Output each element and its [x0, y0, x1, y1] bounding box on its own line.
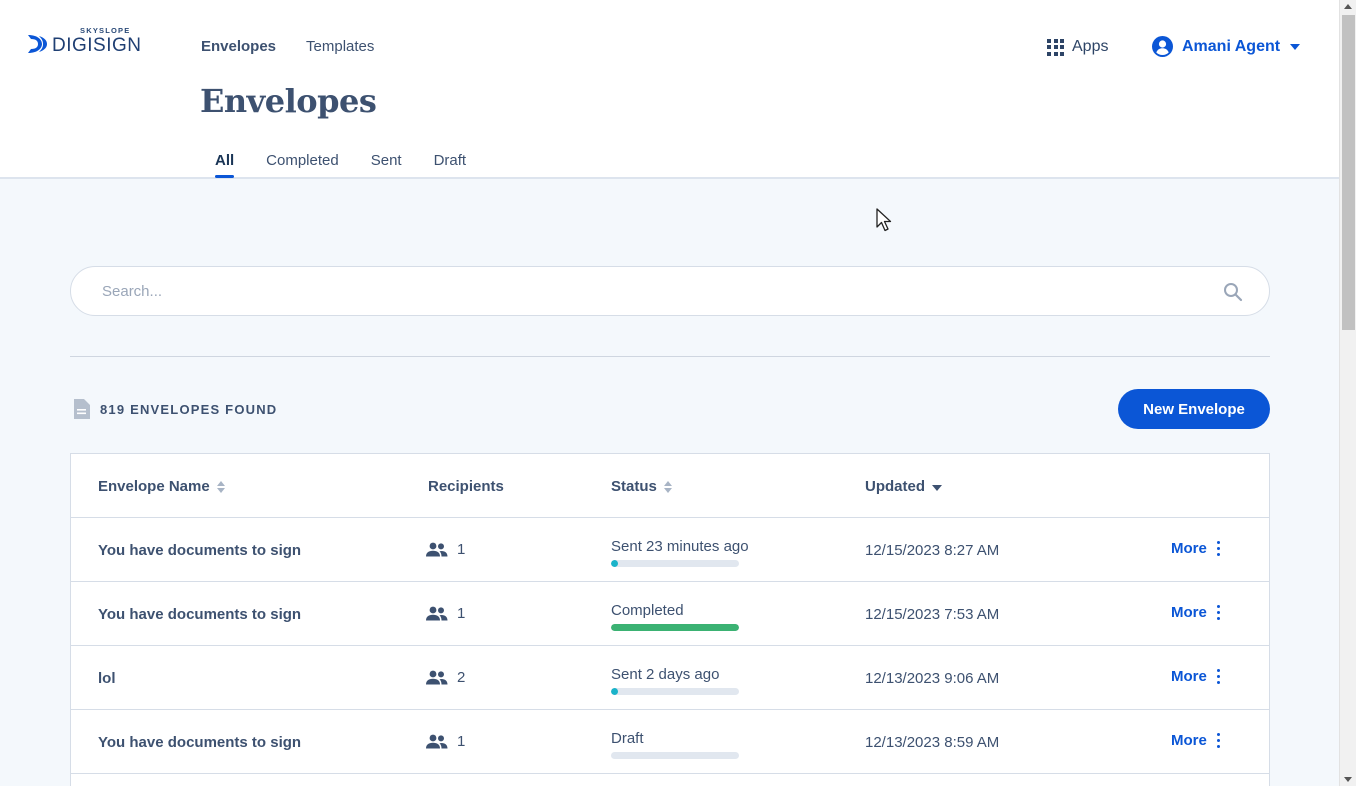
search-icon[interactable]	[1223, 282, 1243, 302]
table-row[interactable]: You have documents to sign 1 Draft 12/13/20…	[71, 710, 1269, 774]
sort-icon	[663, 480, 672, 493]
digisign-logo[interactable]: SKYSLOPE DIGISIGN	[26, 27, 142, 55]
chevron-down-icon	[1290, 43, 1301, 50]
tab-all[interactable]: All	[215, 152, 235, 178]
envelope-name[interactable]: You have documents to sign	[98, 734, 301, 751]
updated-date: 12/15/2023 7:53 AM	[865, 606, 1000, 623]
table-row[interactable]: You have documents to sign 1 Sent 23 minut…	[71, 518, 1269, 582]
logo-small-text: SKYSLOPE	[80, 26, 131, 35]
status-progress-fill	[611, 624, 739, 631]
envelopes-count: 819 ENVELOPES FOUND	[73, 399, 277, 419]
envelope-name[interactable]: You have documents to sign	[98, 542, 301, 559]
envelopes-count-label: 819 ENVELOPES FOUND	[100, 401, 278, 417]
status-cell: Sent 23 minutes ago	[611, 538, 749, 567]
envelope-tabs: All Completed Sent Draft	[215, 152, 498, 178]
envelope-name[interactable]: lol	[98, 670, 116, 687]
recipients-count: 2	[457, 669, 466, 686]
column-status-label: Status	[611, 478, 657, 495]
tab-draft[interactable]: Draft	[434, 152, 467, 177]
kebab-menu-icon	[1216, 540, 1221, 557]
status-text: Sent 23 minutes ago	[611, 538, 749, 555]
search-bar	[70, 266, 1270, 316]
status-progress-bar	[611, 624, 739, 631]
envelopes-table: Envelope Name Recipients Status Updated …	[70, 453, 1270, 786]
status-progress-bar	[611, 752, 739, 759]
status-cell: Sent 2 days ago	[611, 666, 739, 695]
kebab-menu-icon	[1216, 668, 1221, 685]
nav-templates[interactable]: Templates	[306, 38, 374, 55]
logo-mark-icon	[28, 34, 47, 53]
recipients-cell: 1	[425, 541, 465, 558]
recipients-count: 1	[457, 541, 466, 558]
status-text: Sent 2 days ago	[611, 666, 720, 683]
table-row[interactable]: You have documents to sign 1 Completed 12/1…	[71, 582, 1269, 646]
document-icon	[74, 399, 90, 419]
status-cell: Completed	[611, 602, 739, 631]
updated-date: 12/15/2023 8:27 AM	[865, 542, 1000, 559]
table-row[interactable]: lol 2 Sent 2 days ago 12/13/2023 9:06 AM Mor…	[71, 646, 1269, 710]
more-label: More	[1171, 732, 1207, 749]
column-recipients-label: Recipients	[428, 478, 504, 495]
section-divider	[70, 356, 1270, 357]
envelope-name[interactable]: You have documents to sign	[98, 606, 301, 623]
people-icon	[426, 606, 448, 621]
scroll-up-icon[interactable]	[1344, 4, 1352, 9]
tab-completed[interactable]: Completed	[266, 152, 339, 177]
more-label: More	[1171, 604, 1207, 621]
kebab-menu-icon	[1216, 604, 1221, 621]
more-button[interactable]: More	[1171, 540, 1221, 557]
status-cell: Draft	[611, 730, 739, 759]
column-envelope-name-label: Envelope Name	[98, 478, 210, 495]
more-button[interactable]: More	[1171, 668, 1221, 685]
mouse-cursor-icon	[876, 208, 892, 232]
app-header: SKYSLOPE DIGISIGN Envelopes Templates Ap…	[0, 0, 1339, 179]
people-icon	[426, 734, 448, 749]
status-progress-bar	[611, 560, 739, 567]
top-nav: Envelopes Templates	[201, 38, 374, 55]
apps-grid-icon	[1047, 38, 1064, 56]
scroll-thumb[interactable]	[1342, 15, 1355, 330]
recipients-cell: 2	[425, 669, 465, 686]
column-status[interactable]: Status	[611, 478, 672, 495]
more-label: More	[1171, 668, 1207, 685]
column-recipients: Recipients	[428, 478, 504, 495]
status-progress-bar	[611, 688, 739, 695]
new-envelope-button[interactable]: New Envelope	[1118, 389, 1270, 429]
sort-icon	[216, 480, 225, 493]
status-progress-fill	[611, 688, 618, 695]
search-input[interactable]	[102, 267, 1202, 315]
scroll-down-icon[interactable]	[1344, 777, 1352, 782]
more-label: More	[1171, 540, 1207, 557]
user-menu-button[interactable]: Amani Agent	[1152, 36, 1301, 57]
more-button[interactable]: More	[1171, 604, 1221, 621]
status-text: Draft	[611, 730, 644, 747]
page-scrollbar[interactable]	[1339, 0, 1356, 786]
recipients-count: 1	[457, 733, 466, 750]
column-envelope-name[interactable]: Envelope Name	[98, 478, 225, 495]
page-title: Envelopes	[200, 82, 377, 120]
more-button[interactable]: More	[1171, 732, 1221, 749]
logo-big-text: DIGISIGN	[52, 34, 142, 56]
kebab-menu-icon	[1216, 732, 1221, 749]
column-updated-label: Updated	[865, 478, 925, 495]
people-icon	[426, 670, 448, 685]
recipients-count: 1	[457, 605, 466, 622]
sort-desc-icon	[932, 484, 942, 491]
updated-date: 12/13/2023 8:59 AM	[865, 734, 1000, 751]
tab-sent[interactable]: Sent	[371, 152, 402, 177]
recipients-cell: 1	[425, 605, 465, 622]
apps-label: Apps	[1072, 38, 1109, 55]
nav-envelopes[interactable]: Envelopes	[201, 38, 276, 55]
status-progress-fill	[611, 560, 618, 567]
user-name: Amani Agent	[1182, 37, 1281, 55]
apps-menu-button[interactable]: Apps	[1047, 38, 1108, 56]
status-text: Completed	[611, 602, 684, 619]
people-icon	[426, 542, 448, 557]
recipients-cell: 1	[425, 733, 465, 750]
updated-date: 12/13/2023 9:06 AM	[865, 670, 1000, 687]
table-header: Envelope Name Recipients Status Updated	[71, 454, 1269, 518]
column-updated[interactable]: Updated	[865, 478, 942, 495]
user-avatar-icon	[1152, 36, 1173, 57]
